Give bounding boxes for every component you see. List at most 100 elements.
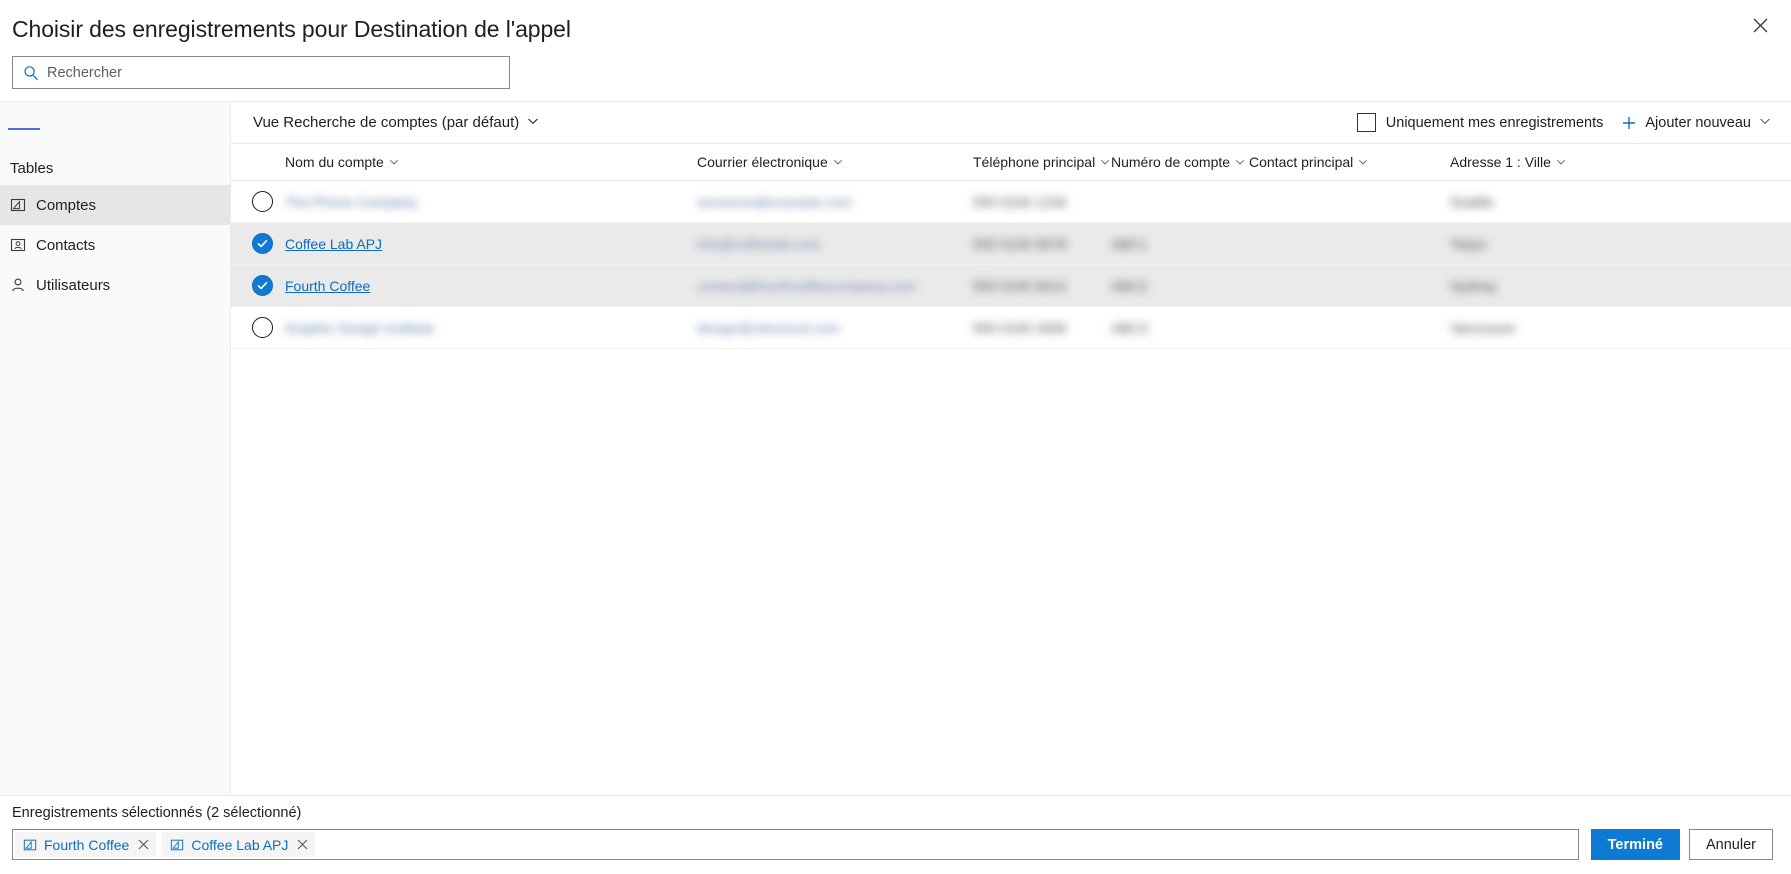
selected-chip[interactable]: Coffee Lab APJ xyxy=(162,832,316,857)
contact-icon xyxy=(10,237,26,253)
table-row[interactable]: Fourth Coffee contact@fourthcoffeecompan… xyxy=(231,265,1791,307)
table-row[interactable]: Coffee Lab APJ info@coffeelab.com 555 01… xyxy=(231,223,1791,265)
row-select-cell[interactable] xyxy=(239,275,285,296)
column-header-name[interactable]: Nom du compte xyxy=(285,154,697,170)
chevron-down-icon xyxy=(1556,157,1566,167)
sidebar-item-label: Utilisateurs xyxy=(36,276,111,294)
cell-account-name[interactable]: Fourth Coffee xyxy=(285,278,697,294)
footer-buttons: Terminé Annuler xyxy=(1590,829,1773,860)
column-header-phone[interactable]: Téléphone principal xyxy=(973,154,1111,170)
table-row[interactable]: Graphic Design Institute design@releclou… xyxy=(231,307,1791,349)
column-header-label: Téléphone principal xyxy=(973,154,1096,170)
column-header-label: Contact principal xyxy=(1249,154,1354,170)
cell-city: Tokyo xyxy=(1450,235,1487,252)
done-button[interactable]: Terminé xyxy=(1590,829,1680,860)
cell-city: Seattle xyxy=(1450,193,1494,210)
column-header-city[interactable]: Adresse 1 : Ville xyxy=(1450,154,1791,170)
add-new-button[interactable]: Ajouter nouveau xyxy=(1619,112,1773,134)
cell-email: contact@fourthcoffeecompany.com xyxy=(697,277,917,294)
column-header-label: Courrier électronique xyxy=(697,154,828,170)
dialog-header: Choisir des enregistrements pour Destina… xyxy=(0,0,1791,44)
close-icon[interactable] xyxy=(297,839,308,850)
cell-account-name[interactable]: Coffee Lab APJ xyxy=(285,236,697,252)
cell-phone: 555 0100 5678 xyxy=(973,235,1067,252)
dialog-body: Tables Comptes Contacts Utilisateurs Vue… xyxy=(0,101,1791,795)
search-input[interactable] xyxy=(47,64,509,81)
cell-account-number: ABC1 xyxy=(1111,235,1148,252)
sidebar-item-label: Contacts xyxy=(36,236,96,254)
search-box[interactable] xyxy=(12,56,510,89)
column-header-account-number[interactable]: Numéro de compte xyxy=(1111,154,1249,170)
cell-phone: 555 0100 3456 xyxy=(973,319,1067,336)
cancel-button[interactable]: Annuler xyxy=(1689,829,1773,860)
cell-account-name[interactable]: Graphic Design Institute xyxy=(285,320,697,336)
add-new-label: Ajouter nouveau xyxy=(1645,114,1751,131)
selected-chip[interactable]: Fourth Coffee xyxy=(15,832,157,857)
cell-email: design@relecloud.com xyxy=(697,319,840,336)
sidebar: Tables Comptes Contacts Utilisateurs xyxy=(0,102,231,795)
plus-icon xyxy=(1621,115,1637,131)
close-icon xyxy=(1753,18,1768,36)
sidebar-item-contacts[interactable]: Contacts xyxy=(0,225,230,265)
cell-account-name[interactable]: The Phone Company xyxy=(285,194,697,210)
account-icon xyxy=(23,838,37,852)
column-header-primary-contact[interactable]: Contact principal xyxy=(1249,154,1450,170)
selected-records-field[interactable]: Fourth Coffee Coffee Lab APJ xyxy=(12,829,1579,860)
chevron-down-icon xyxy=(389,157,399,167)
chevron-down-icon xyxy=(1235,157,1245,167)
grid-toolbar: Vue Recherche de comptes (par défaut) Un… xyxy=(231,102,1791,144)
cell-account-number: ABC2 xyxy=(1111,277,1148,294)
close-icon[interactable] xyxy=(138,839,149,850)
toolbar-right: Uniquement mes enregistrements Ajouter n… xyxy=(1356,112,1773,134)
row-select-cell[interactable] xyxy=(239,191,285,212)
cell-phone: 555 0100 9012 xyxy=(973,277,1067,294)
sidebar-section-title: Tables xyxy=(10,160,54,177)
selected-chip-label: Fourth Coffee xyxy=(44,836,130,853)
row-select-cell[interactable] xyxy=(239,233,285,254)
selected-records-label: Enregistrements sélectionnés (2 sélectio… xyxy=(12,805,302,821)
view-selector-label: Vue Recherche de comptes (par défaut) xyxy=(253,114,520,131)
row-checkbox[interactable] xyxy=(251,191,273,212)
grid-body: The Phone Company someone@example.com 55… xyxy=(231,181,1791,795)
row-select-cell[interactable] xyxy=(239,317,285,338)
my-records-checkbox[interactable]: Uniquement mes enregistrements xyxy=(1356,113,1604,132)
page-title: Choisir des enregistrements pour Destina… xyxy=(12,16,571,42)
user-icon xyxy=(10,277,26,293)
sidebar-item-comptes[interactable]: Comptes xyxy=(0,185,230,225)
cell-city: Vancouver xyxy=(1450,319,1516,336)
chevron-down-icon xyxy=(1358,157,1368,167)
row-checkbox[interactable] xyxy=(251,317,273,338)
cell-account-number: ABC3 xyxy=(1111,319,1148,336)
search-area xyxy=(0,44,1791,101)
selected-chip-label: Coffee Lab APJ xyxy=(191,836,289,853)
hamburger-menu-icon[interactable] xyxy=(2,110,46,148)
account-icon xyxy=(170,838,184,852)
chevron-down-icon xyxy=(527,114,539,131)
row-checkbox[interactable] xyxy=(251,275,273,296)
grid-panel: Vue Recherche de comptes (par défaut) Un… xyxy=(231,102,1791,795)
cell-email: info@coffeelab.com xyxy=(697,235,821,252)
table-row[interactable]: The Phone Company someone@example.com 55… xyxy=(231,181,1791,223)
column-header-label: Nom du compte xyxy=(285,154,384,170)
chevron-down-icon xyxy=(1100,157,1110,167)
view-selector[interactable]: Vue Recherche de comptes (par défaut) xyxy=(251,111,541,134)
cell-city: Sydney xyxy=(1450,277,1497,294)
dialog-footer: Enregistrements sélectionnés (2 sélectio… xyxy=(0,795,1791,874)
sidebar-item-utilisateurs[interactable]: Utilisateurs xyxy=(0,265,230,305)
account-icon xyxy=(10,197,26,213)
checkbox-box xyxy=(1356,113,1376,132)
close-button[interactable] xyxy=(1739,6,1781,48)
sidebar-item-label: Comptes xyxy=(36,196,97,214)
chevron-down-icon xyxy=(833,157,843,167)
my-records-label: Uniquement mes enregistrements xyxy=(1385,114,1604,131)
cell-phone: 555 0100 1234 xyxy=(973,193,1067,210)
row-checkbox[interactable] xyxy=(251,233,273,254)
grid-header-row: Nom du compte Courrier électronique Télé… xyxy=(231,144,1791,181)
search-icon xyxy=(23,65,39,81)
chevron-down-icon[interactable] xyxy=(1759,115,1771,131)
footer-row: Fourth Coffee Coffee Lab APJ Terminé Ann… xyxy=(12,829,1773,860)
column-header-label: Numéro de compte xyxy=(1111,154,1231,170)
column-header-label: Adresse 1 : Ville xyxy=(1450,154,1551,170)
record-picker-dialog: Choisir des enregistrements pour Destina… xyxy=(0,0,1791,874)
column-header-email[interactable]: Courrier électronique xyxy=(697,154,973,170)
